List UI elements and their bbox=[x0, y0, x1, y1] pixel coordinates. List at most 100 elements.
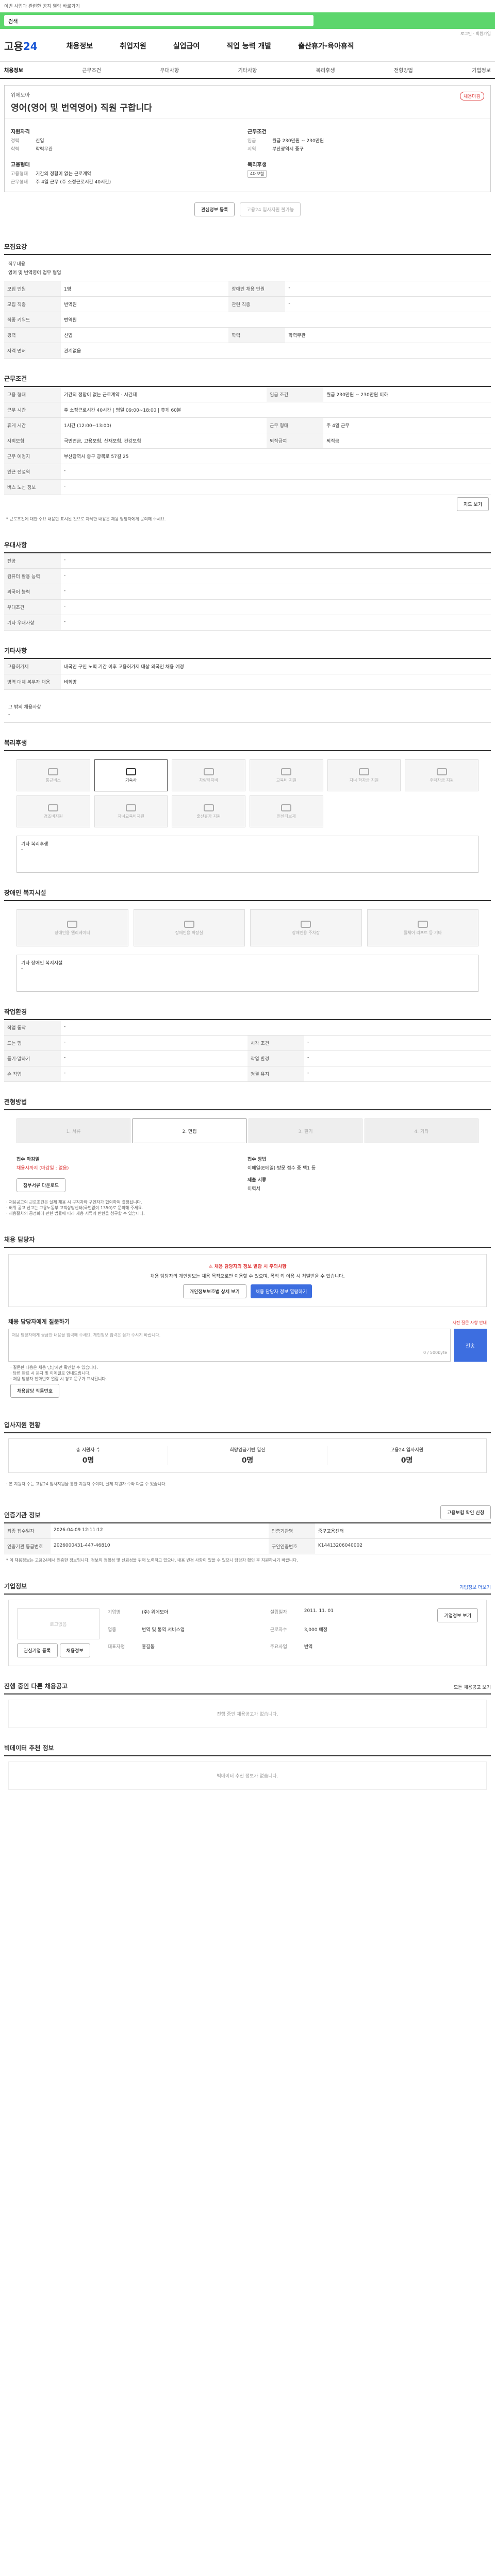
table-row: 휴게 시간 1시간 (12:00~13:00) 근무 형태 주 4일 근무 bbox=[4, 417, 491, 433]
company-value: 3,000 예정 bbox=[304, 1627, 327, 1633]
apply-button[interactable]: 고용24 입사지원 불가능 bbox=[240, 202, 301, 216]
company-label: 업종 bbox=[108, 1627, 117, 1633]
row-value: - bbox=[61, 553, 491, 569]
gnb-item[interactable]: 실업급여 bbox=[173, 42, 200, 50]
row-value: - bbox=[61, 584, 491, 600]
note: * 이 채용정보는 고용24에서 인증한 정보입니다. 정보의 정확성 및 신뢰… bbox=[6, 1558, 299, 1563]
job-summary: 위에모아 영어(영어 및 번역영어) 직원 구합니다 채용마감 지원자격 경력 신… bbox=[4, 85, 491, 192]
question-input[interactable]: 채용 담당자에게 궁금한 내용을 입력해 주세요. 개인정보 입력은 삼가 주시… bbox=[8, 1329, 451, 1362]
row-value: 주 4일 근무 bbox=[323, 417, 491, 433]
tab-item[interactable]: 우대사항 bbox=[160, 66, 179, 74]
row-value: - bbox=[61, 1020, 491, 1036]
search-bar bbox=[0, 12, 495, 29]
row-label: 청결 유지 bbox=[248, 1066, 304, 1082]
row-label: 컴퓨터 활용 능력 bbox=[4, 568, 61, 584]
row-label: 최종 접수일자 bbox=[4, 1523, 51, 1539]
tab-item[interactable]: 채용정보 bbox=[4, 66, 23, 74]
value: 이메일(E메일)·방문 접수 중 택1 등 bbox=[248, 1166, 316, 1171]
table-row: 모집 인원 1명 장애인 채용 인원 - bbox=[4, 281, 491, 297]
table-row: 최종 접수일자 2026-04-09 12:11:12 인증기관명 중구고용센터 bbox=[4, 1523, 491, 1539]
welfare-icon bbox=[436, 768, 447, 775]
row-label: 고용 형태 bbox=[4, 387, 61, 402]
welfare-other: 기타 복리후생 - bbox=[16, 836, 478, 873]
label: 직무내용 bbox=[8, 262, 26, 267]
row-label: 구인인증번호 bbox=[268, 1538, 315, 1554]
warn-title: ⚠ 채용 담당자의 정보 열람 시 주의사항 bbox=[208, 1264, 287, 1269]
welfare-label: 출산휴가 지원 bbox=[196, 814, 221, 819]
view-manager-button[interactable]: 채용 담당자 정보 열람하기 bbox=[250, 1284, 312, 1298]
welfare-icon bbox=[203, 768, 214, 775]
gnb-item[interactable]: 직업 능력 개발 bbox=[226, 42, 271, 50]
util-links[interactable]: 로그인 · 회원가입 bbox=[460, 31, 491, 37]
company-detail-button[interactable]: 기업정보 보기 bbox=[437, 1608, 478, 1622]
tab-item[interactable]: 기타사항 bbox=[238, 66, 257, 74]
row-value: - bbox=[61, 1035, 248, 1051]
table-row: 병역 대체 복무자 채용 비희망 bbox=[4, 674, 491, 690]
row-label: 인근 전철역 bbox=[4, 464, 61, 480]
row-value: 학력무관 bbox=[285, 327, 491, 343]
row-value: - bbox=[304, 1050, 491, 1066]
insurance-button[interactable]: 고용보험 확인 신청 bbox=[440, 1505, 491, 1519]
all-jobs-link[interactable]: 모든 채용공고 보기 bbox=[454, 1684, 491, 1690]
row-label: 듣기·말하기 bbox=[4, 1050, 61, 1066]
section-related: 진행 중인 다른 채용공고 모든 채용공고 보기 진행 중인 채용공고가 없습니다… bbox=[4, 1682, 491, 1728]
global-nav: 채용정보 취업지원 실업급여 직업 능력 개발 출산휴가·육아휴직 bbox=[67, 41, 381, 51]
row-label: 작업 동작 bbox=[4, 1020, 61, 1036]
gnb-item[interactable]: 취업지원 bbox=[120, 42, 146, 50]
table-row: 고용 형태 기간의 정함이 없는 근로계약 · 시간제 임금 조건 월급 230만원 … bbox=[4, 387, 491, 402]
company-more-link[interactable]: 기업정보 더보기 bbox=[459, 1584, 491, 1590]
send-button[interactable]: 전송 bbox=[454, 1329, 487, 1362]
scrap-button[interactable]: 관심정보 등록 bbox=[194, 202, 235, 216]
search-input[interactable] bbox=[4, 15, 314, 26]
stat-value: 0명 bbox=[82, 1456, 94, 1465]
pref-table: 전공 - 컴퓨터 활용 능력 - 외국어 능력 - 우대조건 - 기타 우대사항 - bbox=[4, 553, 491, 631]
gnb-item[interactable]: 출산휴가·육아휴직 bbox=[298, 42, 354, 50]
row-label: 근무 형태 bbox=[267, 417, 324, 433]
fav-company-button[interactable]: 관심기업 등록 bbox=[17, 1643, 58, 1657]
table-row: 인근 전철역 - bbox=[4, 464, 491, 480]
facility-icon bbox=[184, 920, 194, 928]
row-value: - bbox=[304, 1035, 491, 1051]
employ-heading: 고용형태 bbox=[11, 162, 30, 168]
row-value: - bbox=[61, 464, 491, 480]
row-value: - bbox=[61, 568, 491, 584]
row-value: 부산광역시 중구 광복로 57길 25 bbox=[61, 448, 491, 464]
company-grid: 기업명 (주) 위에모아 설립일자 2011. 11. 01 업종 번역 및 통역 서비스… bbox=[108, 1608, 429, 1657]
tab-item[interactable]: 전형방법 bbox=[394, 66, 413, 74]
warn-body: 채용 담당자의 개인정보는 채용 목적으로만 이용할 수 있으며, 목적 외 이… bbox=[150, 1274, 345, 1279]
tab-item[interactable]: 기업정보 bbox=[472, 66, 491, 74]
row-label: 작업 환경 bbox=[248, 1050, 304, 1066]
label: 임금 bbox=[248, 139, 256, 144]
hotline-button[interactable]: 채용담당 직통번호 bbox=[10, 1384, 60, 1398]
law-button[interactable]: 개인정보보호법 상세 보기 bbox=[183, 1284, 246, 1298]
top-notice[interactable]: 이번 사업과 관련한 공지 열람 바로가기 bbox=[0, 0, 495, 12]
gnb-item[interactable]: 채용정보 bbox=[67, 42, 93, 50]
welfare-label: 주택자금 지원 bbox=[430, 777, 454, 783]
table-row: 드는 힘 - 시각 조건 - bbox=[4, 1035, 491, 1051]
note: · 답변 완료 시 문자 및 이메일로 안내드립니다. bbox=[10, 1371, 91, 1376]
status-badge: 채용마감 bbox=[459, 92, 484, 100]
company-jobs-button[interactable]: 채용정보 bbox=[59, 1643, 90, 1657]
section-welfare: 복리후생 통근버스 기숙사 차량유지비 교육비 지원 자녀 학자금 지원 주택자금 지원 경… bbox=[4, 738, 491, 873]
row-value: 번역원 bbox=[61, 312, 491, 328]
process-step: 2. 면접 bbox=[133, 1118, 246, 1143]
welfare-icon bbox=[281, 768, 292, 775]
welfare-icon bbox=[125, 768, 136, 775]
table-row: 우대조건 - bbox=[4, 599, 491, 615]
stat-value: 0명 bbox=[401, 1456, 413, 1465]
tab-item[interactable]: 근무조건 bbox=[82, 66, 101, 74]
map-button[interactable]: 지도 보기 bbox=[457, 497, 489, 511]
tab-item[interactable]: 복리후생 bbox=[316, 66, 335, 74]
welfare-label: 자녀교육비지원 bbox=[118, 814, 144, 819]
row-value: 신입 bbox=[61, 327, 229, 343]
value: 부산광역시 중구 bbox=[272, 147, 304, 152]
site-logo[interactable]: 고용24 bbox=[4, 38, 38, 53]
welfare-card: 자녀교육비지원 bbox=[94, 795, 168, 827]
section-title: 전형방법 bbox=[4, 1097, 491, 1110]
row-label: 관련 직종 bbox=[228, 296, 286, 312]
section-disabled: 장애인 복지시설 장애인용 엘리베이터 장애인용 화장실 장애인용 주차장 휠체어 리… bbox=[4, 888, 491, 992]
recruit-table: 모집 인원 1명 장애인 채용 인원 - 모집 직종 번역원 관련 직종 - 직종 키워드 번역원… bbox=[4, 281, 491, 359]
process-step: 4. 기타 bbox=[365, 1118, 478, 1143]
doc-download-button[interactable]: 첨부서류 다운로드 bbox=[16, 1178, 66, 1192]
value: 주 4일 근무 (주 소정근로시간 40시간) bbox=[36, 180, 111, 185]
